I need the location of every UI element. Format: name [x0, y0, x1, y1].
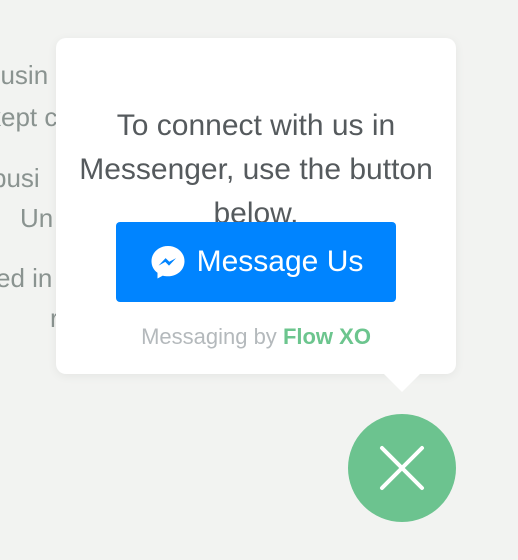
message-us-button[interactable]: Message Us — [116, 222, 396, 302]
attribution-prefix: Messaging by — [141, 324, 277, 349]
background-text-line: busi — [0, 163, 40, 193]
popup-message: To connect with us in Messenger, use the… — [79, 109, 433, 230]
background-text-line: kept c — [0, 102, 58, 132]
page: busin kept c busi Un ed in r To connect … — [0, 0, 518, 560]
popup-arrow — [382, 372, 422, 392]
background-text-line: busin — [0, 60, 49, 90]
close-chat-button[interactable] — [348, 414, 456, 522]
attribution: Messaging by Flow XO — [56, 324, 456, 350]
background-text-line: Un — [20, 203, 54, 233]
messenger-icon — [149, 243, 187, 281]
messenger-popup: To connect with us in Messenger, use the… — [56, 38, 456, 374]
close-icon — [380, 446, 424, 490]
flow-xo-link[interactable]: Flow XO — [283, 324, 371, 349]
background-text-line: ed in — [0, 263, 53, 293]
message-us-label: Message Us — [196, 245, 364, 278]
